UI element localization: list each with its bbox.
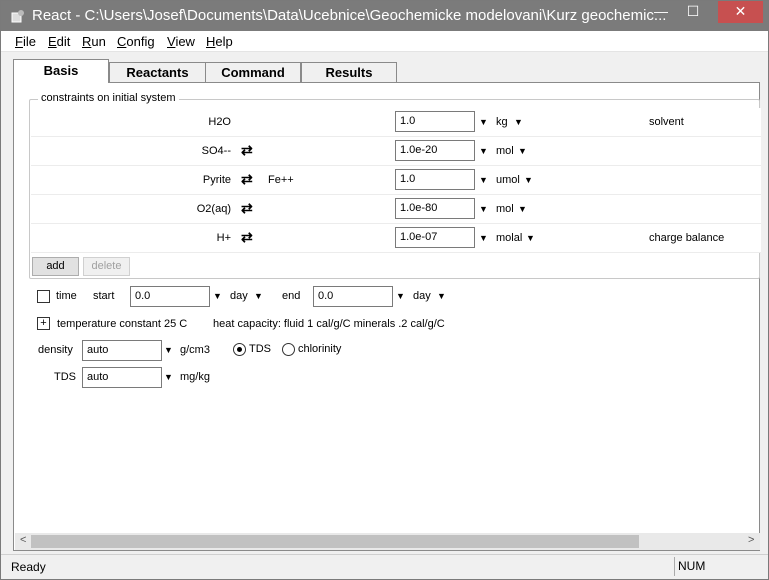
amount-input[interactable]: 1.0 — [395, 169, 475, 190]
amount-input[interactable]: 1.0e-07 — [395, 227, 475, 248]
app-window: React - C:\Users\Josef\Documents\Data\Uc… — [0, 0, 769, 580]
swap-species: Fe++ — [268, 174, 294, 186]
tab-basis[interactable]: Basis — [13, 59, 109, 83]
constraints-group-label: constraints on initial system — [38, 92, 179, 104]
tab-reactants[interactable]: Reactants — [109, 62, 206, 82]
tds-label: TDS — [54, 371, 76, 383]
tds-radio[interactable] — [233, 343, 246, 356]
role-label: solvent — [649, 116, 684, 128]
num-lock-indicator: NUM — [674, 557, 737, 576]
amount-input[interactable]: 1.0e-80 — [395, 198, 475, 219]
menu-file[interactable]: File — [15, 34, 36, 49]
menu-bar: File Edit Run Config View Help — [1, 31, 768, 52]
density-unit: g/cm3 — [180, 344, 210, 356]
species-name: Pyrite — [202, 174, 231, 186]
amount-input[interactable]: 1.0e-20 — [395, 140, 475, 161]
start-input[interactable]: 0.0 — [130, 286, 210, 307]
minimize-button[interactable]: — — [647, 1, 675, 23]
scroll-thumb[interactable] — [31, 535, 639, 548]
dropdown-arrow-icon[interactable]: ▼ — [479, 146, 488, 156]
swap-icon[interactable]: ⇄ — [241, 171, 253, 188]
tds-unit: mg/kg — [180, 371, 210, 383]
species-name: H2O — [208, 116, 231, 128]
horizontal-scrollbar[interactable]: < > — [15, 533, 760, 550]
tab-command[interactable]: Command — [205, 62, 301, 82]
dropdown-arrow-icon[interactable]: ▼ — [514, 117, 523, 127]
chlorinity-radio[interactable] — [282, 343, 295, 356]
dropdown-arrow-icon[interactable]: ▼ — [396, 291, 405, 301]
start-unit-select[interactable]: day — [230, 290, 248, 302]
chlorinity-radio-label[interactable]: chlorinity — [298, 343, 341, 355]
add-button[interactable]: add — [32, 257, 79, 276]
dropdown-arrow-icon[interactable]: ▼ — [164, 372, 173, 382]
density-input[interactable]: auto — [82, 340, 162, 361]
menu-edit[interactable]: Edit — [48, 34, 70, 49]
status-text: Ready — [11, 560, 46, 574]
dropdown-arrow-icon[interactable]: ▼ — [524, 175, 533, 185]
scroll-left-icon[interactable]: < — [20, 534, 26, 546]
unit-select[interactable]: kg — [496, 116, 508, 128]
time-label: time — [56, 290, 77, 302]
window-title: React - C:\Users\Josef\Documents\Data\Uc… — [32, 7, 667, 24]
heat-capacity-label[interactable]: heat capacity: fluid 1 cal/g/C minerals … — [213, 318, 445, 330]
swap-icon[interactable]: ⇄ — [241, 229, 253, 246]
dropdown-arrow-icon[interactable]: ▼ — [518, 146, 527, 156]
constraint-row[interactable]: O2(aq) ⇄ 1.0e-80 ▼ mol ▼ — [31, 195, 761, 224]
end-unit-select[interactable]: day — [413, 290, 431, 302]
unit-select[interactable]: mol — [496, 203, 514, 215]
dropdown-arrow-icon[interactable]: ▼ — [479, 233, 488, 243]
maximize-button[interactable]: ☐ — [679, 1, 707, 23]
menu-config[interactable]: Config — [117, 34, 155, 49]
dropdown-arrow-icon[interactable]: ▼ — [213, 291, 222, 301]
unit-select[interactable]: mol — [496, 145, 514, 157]
time-checkbox[interactable] — [37, 290, 50, 303]
dropdown-arrow-icon[interactable]: ▼ — [254, 291, 263, 301]
tds-radio-label[interactable]: TDS — [249, 343, 271, 355]
tds-input[interactable]: auto — [82, 367, 162, 388]
dropdown-arrow-icon[interactable]: ▼ — [479, 175, 488, 185]
dropdown-arrow-icon[interactable]: ▼ — [518, 204, 527, 214]
temperature-label[interactable]: temperature constant 25 C — [57, 318, 187, 330]
title-bar[interactable]: React - C:\Users\Josef\Documents\Data\Uc… — [1, 1, 768, 31]
expand-temperature-button[interactable]: + — [37, 317, 50, 330]
constraint-row[interactable]: Pyrite ⇄ Fe++ 1.0 ▼ umol ▼ — [31, 166, 761, 195]
scroll-right-icon[interactable]: > — [748, 534, 754, 546]
swap-icon[interactable]: ⇄ — [241, 142, 253, 159]
menu-view[interactable]: View — [167, 34, 195, 49]
amount-input[interactable]: 1.0 — [395, 111, 475, 132]
tab-results[interactable]: Results — [301, 62, 397, 82]
species-name: O2(aq) — [196, 203, 231, 215]
start-label: start — [93, 290, 115, 302]
swap-icon[interactable]: ⇄ — [241, 200, 253, 217]
constraint-row[interactable]: H+ ⇄ 1.0e-07 ▼ molal ▼ charge balance — [31, 224, 761, 253]
status-bar: Ready NUM — [1, 554, 768, 579]
density-label: density — [38, 344, 73, 356]
species-name: SO4-- — [201, 145, 231, 157]
dropdown-arrow-icon[interactable]: ▼ — [479, 117, 488, 127]
end-label: end — [282, 290, 301, 302]
delete-button[interactable]: delete — [83, 257, 130, 276]
constraint-row[interactable]: H2O 1.0 ▼ kg ▼ solvent — [31, 108, 761, 137]
dropdown-arrow-icon[interactable]: ▼ — [164, 345, 173, 355]
species-name: H+ — [216, 232, 231, 244]
menu-run[interactable]: Run — [82, 34, 106, 49]
close-button[interactable]: ✕ — [718, 1, 763, 23]
end-input[interactable]: 0.0 — [313, 286, 393, 307]
dropdown-arrow-icon[interactable]: ▼ — [479, 204, 488, 214]
constraint-row[interactable]: SO4-- ⇄ 1.0e-20 ▼ mol ▼ — [31, 137, 761, 166]
menu-help[interactable]: Help — [206, 34, 233, 49]
unit-select[interactable]: molal — [496, 232, 522, 244]
basis-panel: constraints on initial system H2O 1.0 ▼ … — [13, 82, 761, 551]
dropdown-arrow-icon[interactable]: ▼ — [437, 291, 446, 301]
unit-select[interactable]: umol — [496, 174, 520, 186]
role-label: charge balance — [649, 232, 725, 244]
app-icon — [11, 10, 24, 23]
dropdown-arrow-icon[interactable]: ▼ — [526, 233, 535, 243]
constraints-group: constraints on initial system H2O 1.0 ▼ … — [29, 92, 761, 279]
